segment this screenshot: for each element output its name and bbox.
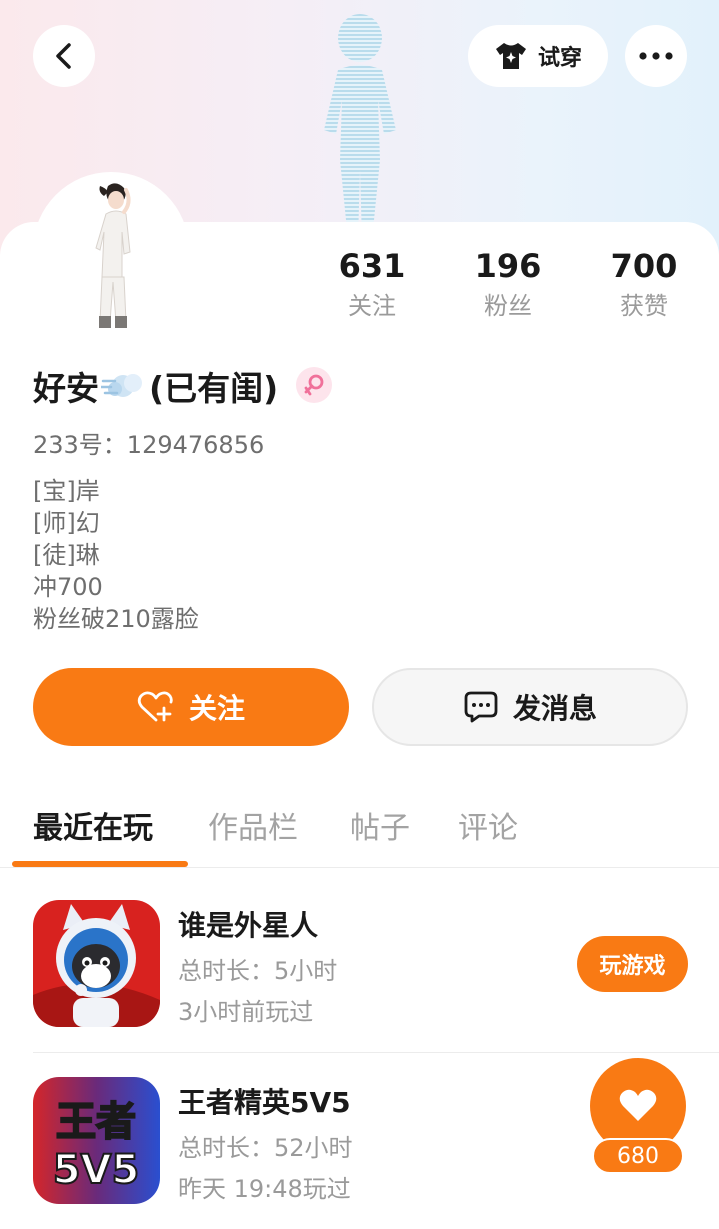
try-on-label: 试穿 <box>537 46 582 71</box>
name-suffix: (已有闺) <box>149 369 279 408</box>
message-button[interactable]: 发消息 <box>372 668 688 746</box>
tab-works[interactable]: 作品栏 <box>208 803 298 847</box>
gender-badge <box>296 367 332 403</box>
follow-button[interactable]: 关注 <box>33 668 349 746</box>
heart-plus-icon <box>137 691 173 722</box>
more-button[interactable] <box>625 25 687 87</box>
tab-recent-play[interactable]: 最近在玩 <box>33 803 153 847</box>
game-duration: 总时长：5小时 <box>178 957 338 985</box>
wind-puff-icon <box>101 374 142 397</box>
game-title[interactable]: 王者精英5V5 <box>178 1081 351 1121</box>
profile-tabs: 最近在玩 作品栏 帖子 评论 <box>0 795 719 867</box>
like-floating-button[interactable]: 680 <box>578 1058 688 1178</box>
bio-line: [宝]岸 <box>33 477 100 505</box>
chat-bubble-icon <box>464 691 498 723</box>
game-logo-icon: 王者 5V5 <box>33 1077 160 1204</box>
stat-label: 关注 <box>348 292 396 320</box>
stat-following[interactable]: 631 关注 <box>312 245 432 323</box>
like-count: 680 <box>592 1138 684 1174</box>
list-item[interactable]: 谁是外星人 总时长：5小时 3小时前玩过 玩游戏 <box>0 900 719 1060</box>
profile-bio: [宝]岸 [师]幻 [徒]琳 冲700 粉丝破210露脸 <box>33 475 199 635</box>
bio-line: 冲700 <box>33 573 103 601</box>
tabs-divider <box>0 867 719 868</box>
message-label: 发消息 <box>512 692 597 725</box>
astronaut-cat-icon <box>33 900 160 1027</box>
bio-line: [徒]琳 <box>33 541 100 569</box>
stat-label: 粉丝 <box>484 292 532 320</box>
tab-posts[interactable]: 帖子 <box>350 803 410 847</box>
shirt-sparkle-icon <box>495 43 526 69</box>
game-duration: 总时长：52小时 <box>178 1134 353 1162</box>
stat-value: 631 <box>338 247 406 285</box>
chevron-left-icon <box>56 43 71 69</box>
game-logo-text-bottom: 5V5 <box>53 1147 140 1193</box>
game-logo-text-top: 王者 <box>56 1099 136 1145</box>
avatar-figure-illustration <box>324 14 396 240</box>
game-icon[interactable] <box>33 900 160 1027</box>
try-on-button[interactable]: 试穿 <box>468 25 608 87</box>
heart-icon <box>619 1089 657 1121</box>
female-icon <box>304 374 324 396</box>
follow-label: 关注 <box>188 692 245 725</box>
stat-label: 获赞 <box>620 292 668 320</box>
name-prefix: 好安 <box>33 369 99 408</box>
game-last-played: 3小时前玩过 <box>178 998 314 1026</box>
back-button[interactable] <box>33 25 95 87</box>
stat-value: 700 <box>610 247 678 285</box>
more-dots-icon <box>639 52 673 60</box>
bio-line: [师]幻 <box>33 509 100 537</box>
game-icon[interactable]: 王者 5V5 <box>33 1077 160 1204</box>
profile-name: 好安 (已有闺) <box>33 362 278 410</box>
row-divider <box>33 1052 719 1053</box>
game-title[interactable]: 谁是外星人 <box>178 904 318 944</box>
stat-value: 196 <box>474 247 542 285</box>
avatar[interactable] <box>80 182 150 332</box>
tab-comments[interactable]: 评论 <box>458 803 518 847</box>
bio-line: 粉丝破210露脸 <box>33 605 199 633</box>
stat-likes[interactable]: 700 获赞 <box>584 245 704 323</box>
game-last-played: 昨天 19:48玩过 <box>178 1175 351 1203</box>
user-id: 233号：129476856 <box>33 431 265 459</box>
stat-followers[interactable]: 196 粉丝 <box>448 245 568 323</box>
play-game-button[interactable]: 玩游戏 <box>577 936 688 992</box>
